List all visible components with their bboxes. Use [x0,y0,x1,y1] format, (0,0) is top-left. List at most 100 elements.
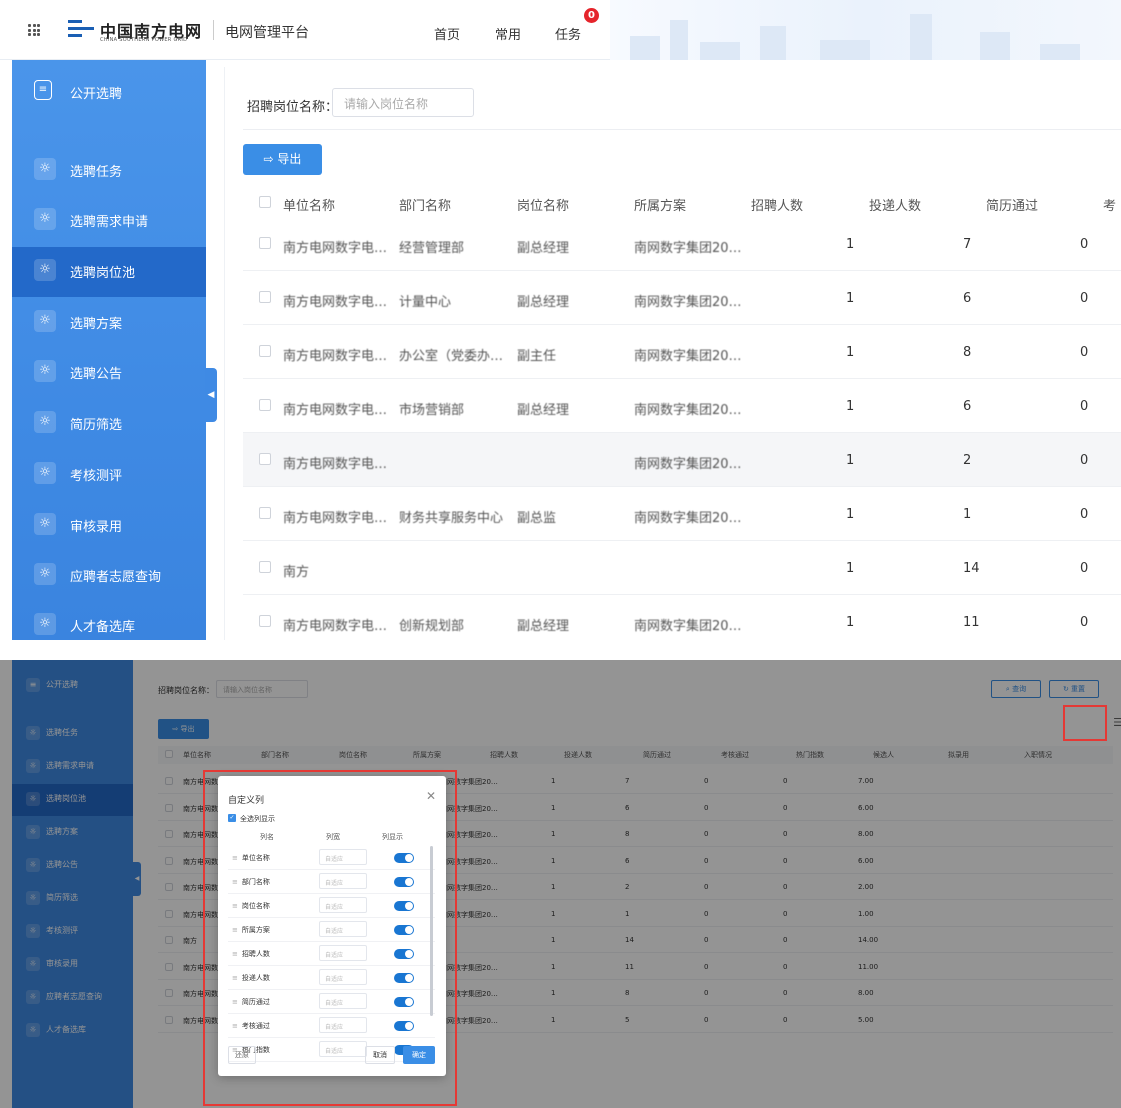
col-recruit[interactable]: 招聘人数 [751,195,803,214]
sidebar-item-assessment[interactable]: ☼ 考核测评 [12,450,206,500]
export-button[interactable]: ⇨ 导出 [243,144,322,175]
filter-divider [243,129,1121,130]
cell-unit: 南方电网数字电… [283,457,388,472]
main-content: 招聘岗位名称： 请输入岗位名称 ⇨ 导出 单位名称 部门名称 岗位名称 所属方案… [224,67,1121,640]
sidebar-item-label: 人才备选库 [70,620,136,635]
bulb-icon: ☼ [34,208,56,230]
cell-post: 副总经理 [517,295,570,310]
cell-unit: 南方电网数字电… [283,511,388,526]
table-row[interactable]: 南方电网数字电… 市场营销部 副总经理 南网数字集团20… 1 6 0 [243,379,1121,433]
cell-unit: 南方电网数字电… [283,403,388,418]
table-row[interactable]: 南方电网数字电… 南网数字集团20… 1 2 0 [243,433,1121,487]
cell-applied: 2 [963,453,972,468]
cell-passed: 0 [1080,615,1089,630]
cell-dept: 经营管理部 [399,241,465,256]
cell-applied: 1 [963,507,972,522]
sidebar-item-approval[interactable]: ☼ 审核录用 [12,501,206,551]
cell-recruit: 1 [846,237,855,252]
cell-applied: 7 [963,237,972,252]
sidebar-item-label: 考核测评 [70,469,123,484]
nav-home[interactable]: 首页 [434,24,460,43]
sidebar-item-label: 选聘需求申请 [70,215,149,230]
table-row[interactable]: 南方电网数字电… 财务共享服务中心 副总监 南网数字集团20… 1 1 0 [243,487,1121,541]
cell-recruit: 1 [846,399,855,414]
cell-recruit: 1 [846,561,855,576]
cell-plan: 南网数字集团20… [634,403,742,418]
sidebar-item-notice[interactable]: ☼ 选聘公告 [12,348,206,398]
cell-recruit: 1 [846,291,855,306]
sidebar-item-post-pool[interactable]: ☼ 选聘岗位池 [12,247,206,297]
col-dept[interactable]: 部门名称 [399,195,451,214]
cell-passed: 0 [1080,237,1089,252]
sidebar-item-label: 审核录用 [70,520,123,535]
cell-plan: 南网数字集团20… [634,241,742,256]
row-checkbox[interactable] [259,291,271,303]
cell-plan: 南网数字集团20… [634,511,742,526]
cell-post: 副总经理 [517,619,570,634]
bulb-icon: ☼ [34,158,56,180]
cell-passed: 0 [1080,507,1089,522]
row-checkbox[interactable] [259,399,271,411]
cell-unit: 南方电网数字电… [283,241,388,256]
col-passed[interactable]: 简历通过 [986,195,1038,214]
sidebar-item-label: 应聘者志愿查询 [70,570,162,585]
cell-applied: 6 [963,399,972,414]
row-checkbox[interactable] [259,507,271,519]
sidebar-item-label: 选聘公告 [70,367,123,382]
modal-overlay[interactable] [0,660,1121,1108]
cell-dept: 市场营销部 [399,403,465,418]
table-row[interactable]: 南方电网数字电… 办公室（党委办… 副主任 南网数字集团20… 1 8 0 [243,325,1121,379]
export-icon: ⇨ [263,152,278,166]
column-setting-highlight [1063,705,1107,741]
table-row[interactable]: 南方电网数字电… 经营管理部 副总经理 南网数字集团20… 1 7 0 [243,217,1121,271]
post-name-input[interactable]: 请输入岗位名称 [332,88,474,117]
col-exam-truncated[interactable]: 考 [1103,195,1116,214]
row-checkbox[interactable] [259,345,271,357]
clipboard-icon: ≡ [34,80,52,100]
col-applied[interactable]: 投递人数 [869,195,921,214]
col-unit[interactable]: 单位名称 [283,195,335,214]
sidebar-item-applicant[interactable]: ☼ 应聘者志愿查询 [12,551,206,601]
platform-title: 电网管理平台 [225,25,309,41]
table-row[interactable]: 南方电网数字电… 计量中心 副总经理 南网数字集团20… 1 6 0 [243,271,1121,325]
nav-common[interactable]: 常用 [495,24,521,43]
sidebar-collapse-button[interactable]: ◀ [205,368,217,422]
sidebar-item-plan[interactable]: ☼ 选聘方案 [12,298,206,348]
cell-plan: 南网数字集团20… [634,457,742,472]
select-all-checkbox[interactable] [259,196,271,208]
bulb-icon: ☼ [34,462,56,484]
cell-passed: 0 [1080,345,1089,360]
col-plan[interactable]: 所属方案 [634,195,686,214]
cell-post: 副总监 [517,511,557,526]
bulb-icon: ☼ [34,310,56,332]
row-checkbox[interactable] [259,561,271,573]
cell-applied: 6 [963,291,972,306]
sidebar-item-demand[interactable]: ☼ 选聘需求申请 [12,196,206,246]
logo-subtext: CHINA SOUTHERN POWER GRID [100,37,188,43]
csg-logo-icon [68,20,94,38]
header-decoration [610,0,1121,60]
table-row[interactable]: 南方电网数字电… 创新规划部 副总经理 南网数字集团20… 1 11 0 [243,595,1121,640]
row-checkbox[interactable] [259,615,271,627]
cell-applied: 8 [963,345,972,360]
export-label: 导出 [277,152,302,166]
row-checkbox[interactable] [259,453,271,465]
sidebar-item-label: 简历筛选 [70,418,123,433]
header-divider [213,20,214,40]
sidebar-title-label: 公开选聘 [70,87,123,102]
cell-unit: 南方电网数字电… [283,349,388,364]
table-row[interactable]: 南方 1 14 0 [243,541,1121,595]
sidebar: ≡ 公开选聘 ☼ 选聘任务 ☼ 选聘需求申请 ☼ 选聘岗位池 ☼ 选聘方案 ☼ 选聘公告 … [12,60,206,640]
apps-grid-icon[interactable] [28,24,40,36]
row-checkbox[interactable] [259,237,271,249]
sidebar-item-resume[interactable]: ☼ 简历筛选 [12,399,206,449]
sidebar-item-talent[interactable]: ☼ 人才备选库 [12,601,206,640]
cell-recruit: 1 [846,507,855,522]
col-post[interactable]: 岗位名称 [517,195,569,214]
nav-tasks[interactable]: 任务 [555,24,581,43]
bottom-screenshot: ≡ 公开选聘 ☼ 选聘任务 ☼ 选聘需求申请 ☼ 选聘岗位池 ☼ 选聘方案 ☼ 选聘公告 ☼… [0,660,1121,1108]
cell-unit: 南方电网数字电… [283,295,388,310]
sidebar-item-tasks[interactable]: ☼ 选聘任务 [12,146,206,196]
cell-applied: 11 [963,615,980,630]
cell-post: 副主任 [517,349,557,364]
